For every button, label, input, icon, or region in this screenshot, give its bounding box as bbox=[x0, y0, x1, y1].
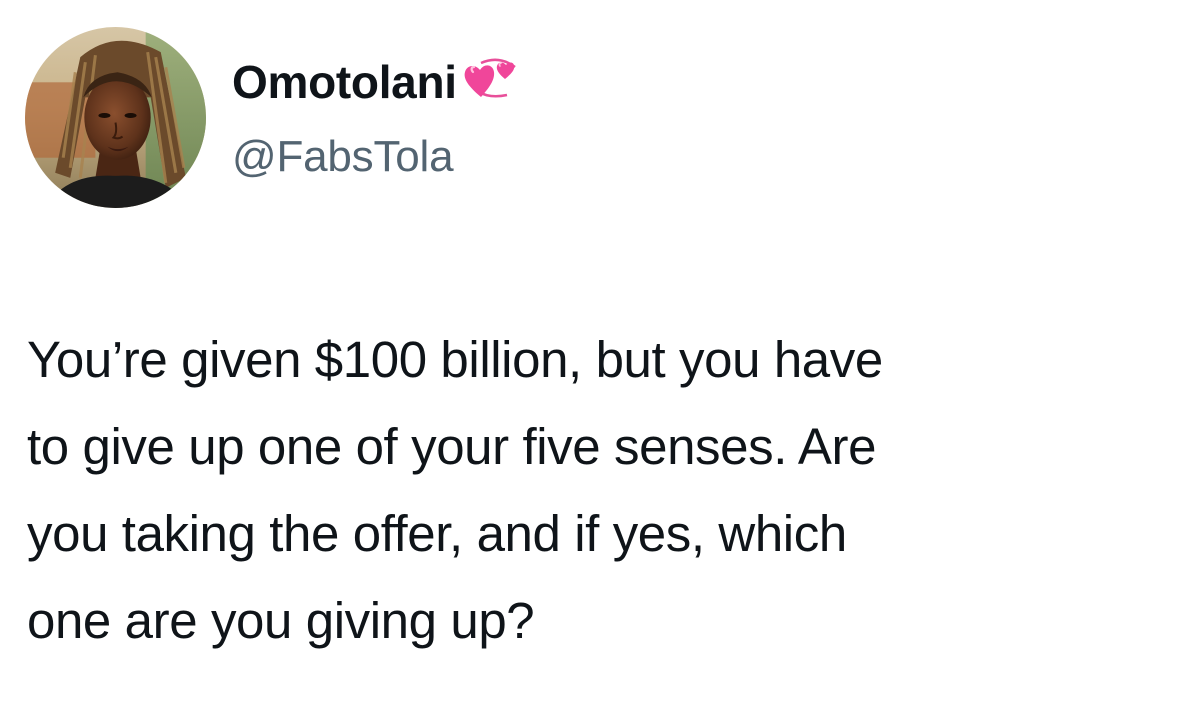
handle[interactable]: @FabsTola bbox=[232, 135, 454, 179]
tweet: Omotolani @FabsTola You’re given $100 bi… bbox=[0, 0, 1200, 714]
tweet-text: You’re given $100 billion, but you have … bbox=[27, 316, 1167, 664]
display-name[interactable]: Omotolani bbox=[232, 59, 457, 105]
avatar[interactable] bbox=[25, 27, 206, 208]
tweet-line: one are you giving up? bbox=[27, 592, 535, 649]
profile-photo bbox=[25, 27, 206, 208]
tweet-line: You’re given $100 billion, but you have bbox=[27, 331, 883, 388]
author-name-row: Omotolani bbox=[232, 52, 521, 112]
tweet-line: you taking the offer, and if yes, which bbox=[27, 505, 847, 562]
tweet-line: to give up one of your five senses. Are bbox=[27, 418, 877, 475]
revolving-hearts-icon bbox=[459, 53, 521, 105]
